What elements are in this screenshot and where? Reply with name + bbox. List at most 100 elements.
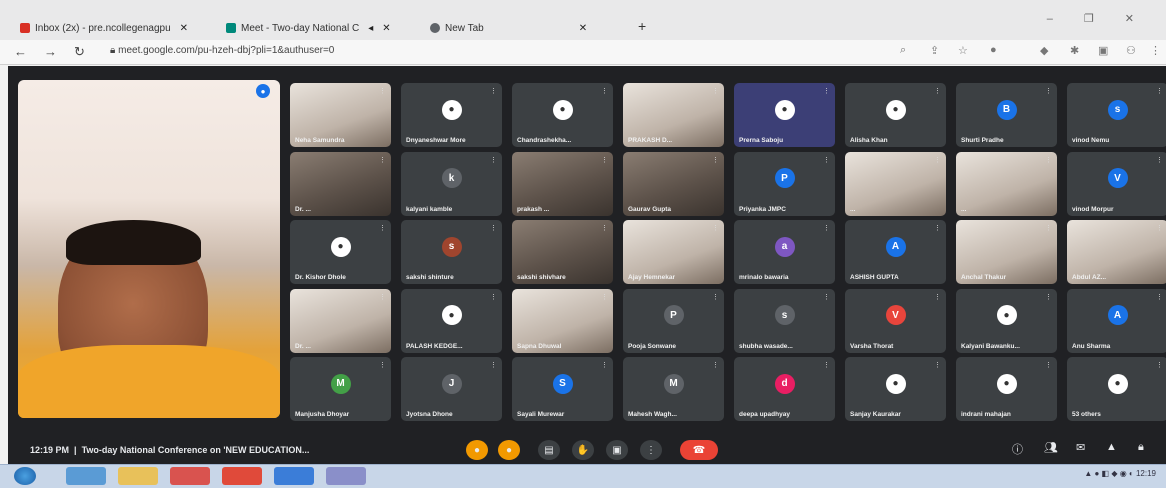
start-icon[interactable] [14,467,36,485]
tab-meet[interactable]: Meet - Two-day National C ◂ ✕ [226,18,391,38]
participant-tile[interactable]: P ⋮ Priyanka JMPC [734,151,835,216]
participant-tile[interactable]: s ⋮ vinod Nemu [1067,83,1166,147]
extension-icon[interactable]: ◆ [1040,44,1048,57]
mic-off-icon: ⋮ [490,225,497,232]
captions-icon[interactable]: ▤ [538,440,560,460]
participant-tile[interactable]: ⋮ Sapna Dhuwal [512,288,613,353]
participant-tile[interactable]: ⋮ Neha Samundra [290,83,391,147]
mic-off-icon: ⋮ [1156,225,1163,232]
participant-tile[interactable]: P ⋮ Pooja Sonwane [623,288,724,353]
avatar: ● [996,373,1017,394]
chat-icon[interactable]: ✉ [1076,441,1085,454]
participant-tile[interactable]: ● ⋮ Chandrashekha... [512,83,613,147]
participant-tile[interactable]: J ⋮ Jyotsna Dhone [401,357,502,421]
close-icon[interactable]: ✕ [579,23,587,34]
participant-tile[interactable]: s ⋮ sakshi shinture [401,220,502,284]
tab-search-icon[interactable]: ▣ [1098,44,1108,57]
participant-tile[interactable]: ⋮ Abdul AZ... [1067,220,1166,284]
participant-name: Neha Samundra [295,137,345,144]
menu-icon[interactable]: ⋮ [1150,44,1161,57]
participant-tile[interactable]: ● ⋮ indrani mahajan [956,357,1057,421]
participant-name: Dr. ... [295,342,311,350]
participant-tile[interactable]: ⋮ Dr. ... [290,151,391,216]
mic-off-icon: ⋮ [379,293,386,301]
participant-tile[interactable]: M ⋮ Manjusha Dhoyar [290,357,391,421]
mic-off-icon: ⋮ [1156,88,1163,95]
tab-new[interactable]: New Tab ✕ [430,18,587,38]
close-icon[interactable]: ✕ [180,23,188,34]
forward-icon[interactable]: → [44,44,57,59]
participant-tile[interactable]: V ⋮ Varsha Thorat [845,288,946,353]
participant-tile[interactable]: S ⋮ Sayali Murewar [512,357,613,421]
raise-hand-icon[interactable]: ✋ [572,440,594,460]
participant-name: 53 others [1072,411,1101,418]
participant-tile[interactable]: ⋮ Dr. ... [290,288,391,353]
extension-icon[interactable]: ● [990,44,997,56]
participant-tile[interactable]: ● ⋮ Sanjay Kaurakar [845,357,946,421]
participant-name: prakash ... [517,205,550,213]
participant-tile[interactable]: ● ⋮ Dnyaneshwar More [401,83,502,147]
participant-tile[interactable]: A ⋮ ASHISH GUPTA [845,220,946,284]
ie-icon[interactable] [66,467,106,485]
participant-tile[interactable]: ⋮ Anchal Thakur [956,220,1057,284]
participant-tile[interactable]: ⋮ sakshi shivhare [512,220,613,284]
participant-name: Sanjay Kaurakar [850,411,901,418]
participant-tile[interactable]: ⋮ Ajay Hemnekar [623,220,724,284]
folder-icon[interactable] [118,467,158,485]
mic-off-icon: ⋮ [1045,293,1052,301]
zoom-icon[interactable]: ⌕ [900,44,906,57]
system-tray[interactable]: ▲ ● ◧ ◆ ◉ ◐ 12:19 [1084,469,1156,478]
participant-tile[interactable]: ● ⋮ 53 others [1067,357,1166,421]
participant-tile[interactable]: ⋮ PRAKASH D... [623,83,724,147]
participant-tile[interactable]: ● ⋮ Alisha Khan [845,83,946,147]
participant-tile[interactable]: ⋮ Gaurav Gupta [623,151,724,216]
chrome-icon[interactable] [222,467,262,485]
activities-icon[interactable]: ▲ [1106,441,1117,453]
participant-tile[interactable]: d ⋮ deepa upadhyay [734,357,835,421]
tab-inbox[interactable]: Inbox (2x) - pre.ncollegenagpu ✕ [20,18,188,38]
speaker-tile[interactable] [18,80,280,418]
present-icon[interactable]: ▣ [606,440,628,460]
host-controls-icon[interactable]: 🔒︎ [1138,441,1144,454]
window-controls[interactable]: – ❐ ✕ [1047,12,1148,25]
participant-name: Anu Sharma [1072,342,1111,350]
participant-tile[interactable]: ⋮ prakash ... [512,151,613,216]
more-options-icon[interactable]: ⋮ [640,440,662,460]
leave-call-button[interactable]: ☎ [680,440,718,460]
participant-tile[interactable]: ● ⋮ Kalyani Bawanku... [956,288,1057,353]
star-icon[interactable]: ☆ [958,44,968,57]
reload-icon[interactable]: ↻ [74,44,85,60]
puzzle-icon[interactable]: ✱ [1070,44,1079,57]
participant-tile[interactable]: ⋮... [845,151,946,216]
participant-name: mrinalo bawaria [739,274,789,281]
participant-tile[interactable]: A ⋮ Anu Sharma [1067,288,1166,353]
profile-icon[interactable]: ⚇ [1126,44,1136,57]
media-icon[interactable] [170,467,210,485]
participant-name: Jyotsna Dhone [406,411,453,418]
participant-tile[interactable]: k ⋮ kalyani kamble [401,151,502,216]
camera-button[interactable]: ● [498,440,520,460]
url-field[interactable]: 🔒︎ meet.google.com/pu-hzeh-dbj?pli=1&aut… [110,45,334,56]
participant-name: Priyanka JMPC [739,205,786,213]
participant-name: ... [961,205,967,213]
share-icon[interactable]: ⇪ [930,44,939,57]
info-icon[interactable]: ⓘ [1012,441,1023,457]
audio-icon: ◂ [368,22,374,34]
participant-tile[interactable]: ⋮... [956,151,1057,216]
mic-button[interactable]: ● [466,440,488,460]
participant-tile[interactable]: B ⋮ Shurti Pradhe [956,83,1057,147]
participant-tile[interactable]: ● ⋮ Prerna Saboju [734,83,835,147]
participant-tile[interactable]: ● ⋮ PALASH KEDGE... [401,288,502,353]
participant-tile[interactable]: V ⋮ vinod Morpur [1067,151,1166,216]
participant-tile[interactable]: ● ⋮ Dr. Kishor Dhole [290,220,391,284]
app-icon[interactable] [274,467,314,485]
people-icon[interactable]: 👥︎ [1044,441,1058,454]
back-icon[interactable]: ← [14,44,27,59]
participant-tile[interactable]: s ⋮ shubha wasade... [734,288,835,353]
app-icon[interactable] [326,467,366,485]
new-tab-button[interactable]: + [638,18,646,34]
close-icon[interactable]: ✕ [382,23,390,34]
participant-tile[interactable]: M ⋮ Mahesh Wagh... [623,357,724,421]
mic-off-icon: ⋮ [379,88,386,95]
participant-tile[interactable]: a ⋮ mrinalo bawaria [734,220,835,284]
